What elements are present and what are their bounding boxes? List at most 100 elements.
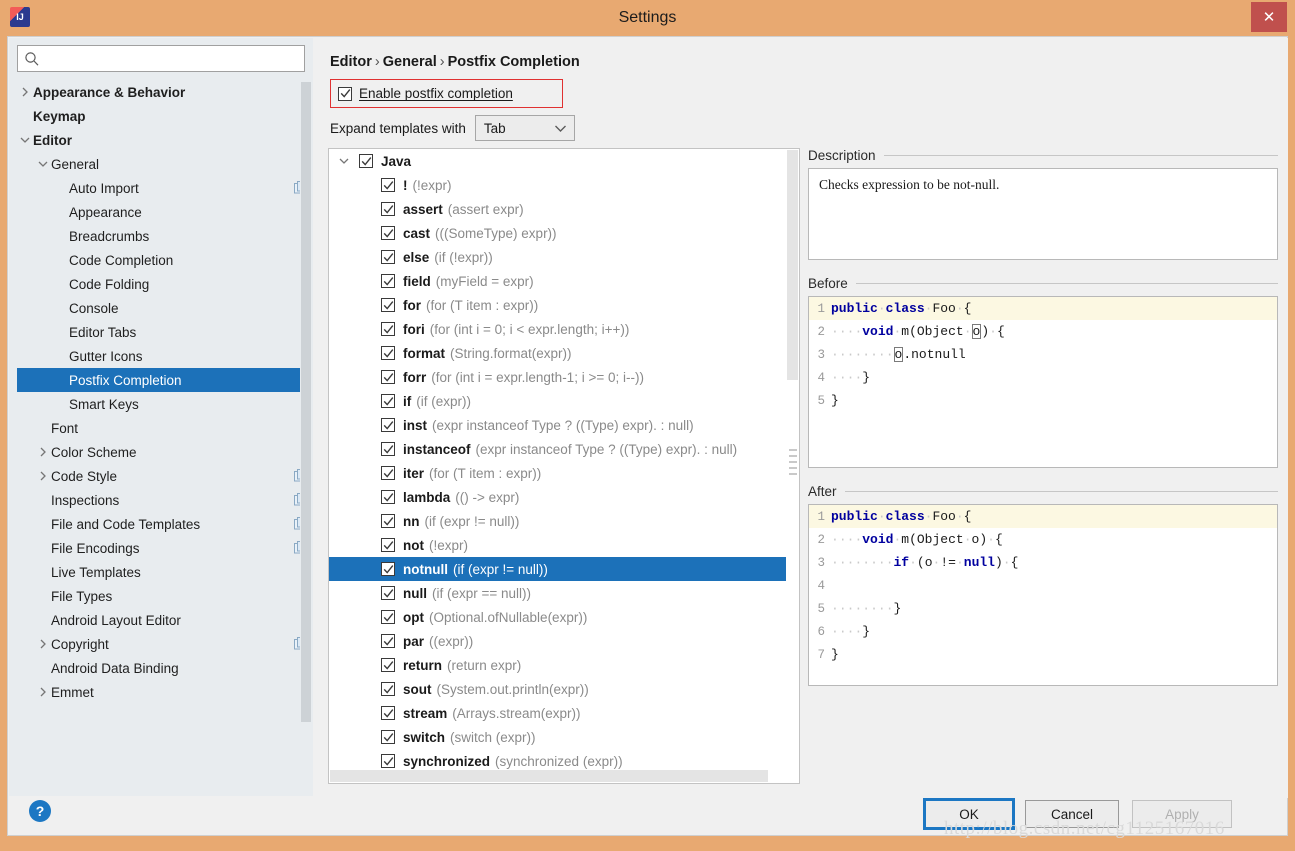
enable-postfix-completion-row[interactable]: Enable postfix completion [330,79,563,108]
template-checkbox[interactable] [381,658,395,672]
enable-postfix-completion-checkbox[interactable] [338,86,352,101]
sidebar-scrollbar[interactable] [300,80,312,792]
apply-button[interactable]: Apply [1132,800,1232,828]
close-icon[interactable]: ✕ [1251,2,1287,32]
postfix-template-list[interactable]: Java! (!expr) assert (assert expr) cast (((So… [328,148,800,784]
template-item-not[interactable]: not (!expr) [329,533,787,557]
sidebar-item-live-templates[interactable]: Live Templates [17,560,313,584]
template-item-else[interactable]: else (if (!expr)) [329,245,787,269]
template-checkbox[interactable] [381,610,395,624]
sidebar-scrollbar-thumb[interactable] [301,82,311,722]
template-item-opt[interactable]: opt (Optional.ofNullable(expr)) [329,605,787,629]
template-item-stream[interactable]: stream (Arrays.stream(expr)) [329,701,787,725]
template-checkbox[interactable] [381,322,395,336]
sidebar-item-gutter-icons[interactable]: Gutter Icons [17,344,313,368]
cancel-button[interactable]: Cancel [1025,800,1119,828]
template-item-null[interactable]: null (if (expr == null)) [329,581,787,605]
template-item-java[interactable]: Java [329,149,787,173]
template-checkbox[interactable] [381,682,395,696]
sidebar-item-file-types[interactable]: File Types [17,584,313,608]
sidebar-item-color-scheme[interactable]: Color Scheme [17,440,313,464]
template-item-format[interactable]: format (String.format(expr)) [329,341,787,365]
template-item-inst[interactable]: inst (expr instanceof Type ? ((Type) expr… [329,413,787,437]
help-icon[interactable]: ? [29,800,51,822]
template-item-switch[interactable]: switch (switch (expr)) [329,725,787,749]
template-checkbox[interactable] [381,490,395,504]
template-item-return[interactable]: return (return expr) [329,653,787,677]
template-checkbox[interactable] [381,634,395,648]
template-item-par[interactable]: par ((expr)) [329,629,787,653]
chevron-right-icon[interactable] [35,636,51,652]
template-checkbox[interactable] [381,706,395,720]
chevron-down-icon[interactable] [337,156,351,166]
template-checkbox[interactable] [381,394,395,408]
template-checkbox[interactable] [381,538,395,552]
template-item-iter[interactable]: iter (for (T item : expr)) [329,461,787,485]
template-item-nn[interactable]: nn (if (expr != null)) [329,509,787,533]
template-checkbox[interactable] [381,442,395,456]
template-checkbox[interactable] [381,346,395,360]
sidebar-item-editor[interactable]: Editor [17,128,313,152]
sidebar-item-postfix-completion[interactable]: Postfix Completion [17,368,305,392]
template-checkbox[interactable] [381,754,395,768]
list-horizontal-scrollbar[interactable] [329,769,787,783]
template-checkbox[interactable] [381,466,395,480]
template-item-for[interactable]: for (for (T item : expr)) [329,293,787,317]
template-item-lambda[interactable]: lambda(() -> expr) [329,485,787,509]
template-checkbox[interactable] [381,298,395,312]
sidebar-item-android-layout-editor[interactable]: Android Layout Editor [17,608,313,632]
template-item-assert[interactable]: assert (assert expr) [329,197,787,221]
sidebar-item-inspections[interactable]: Inspections [17,488,313,512]
template-checkbox[interactable] [381,730,395,744]
list-vertical-scrollbar-thumb[interactable] [787,150,798,380]
sidebar-item-appearance[interactable]: Appearance [17,200,313,224]
sidebar-item-keymap[interactable]: Keymap [17,104,313,128]
list-resize-grip[interactable] [789,449,797,475]
chevron-down-icon[interactable] [17,132,33,148]
template-item-not-bang[interactable]: ! (!expr) [329,173,787,197]
sidebar-item-font[interactable]: Font [17,416,313,440]
chevron-right-icon[interactable] [35,684,51,700]
chevron-right-icon[interactable] [35,468,51,484]
sidebar-item-general[interactable]: General [17,152,313,176]
sidebar-item-emmet[interactable]: Emmet [17,680,313,704]
template-item-instanceof[interactable]: instanceof (expr instanceof Type ? ((Type… [329,437,787,461]
ok-button[interactable]: OK [923,798,1015,830]
template-checkbox[interactable] [381,178,395,192]
template-checkbox[interactable] [381,274,395,288]
template-checkbox[interactable] [381,202,395,216]
sidebar-item-console[interactable]: Console [17,296,313,320]
template-checkbox[interactable] [381,370,395,384]
search-input[interactable] [44,50,294,67]
sidebar-item-code-folding[interactable]: Code Folding [17,272,313,296]
template-item-sout[interactable]: sout (System.out.println(expr)) [329,677,787,701]
list-horizontal-scrollbar-thumb[interactable] [330,770,768,782]
template-item-if[interactable]: if (if (expr)) [329,389,787,413]
expand-templates-select[interactable]: Tab [474,115,575,141]
sidebar-item-smart-keys[interactable]: Smart Keys [17,392,313,416]
sidebar-item-code-completion[interactable]: Code Completion [17,248,313,272]
template-checkbox[interactable] [381,514,395,528]
chevron-right-icon[interactable] [17,84,33,100]
template-checkbox[interactable] [381,250,395,264]
sidebar-item-code-style[interactable]: Code Style [17,464,313,488]
template-checkbox[interactable] [381,586,395,600]
sidebar-item-auto-import[interactable]: Auto Import [17,176,313,200]
search-box[interactable] [17,45,305,72]
sidebar-item-appearance-behavior[interactable]: Appearance & Behavior [17,80,313,104]
template-checkbox[interactable] [381,226,395,240]
sidebar-item-copyright[interactable]: Copyright [17,632,313,656]
template-item-forr[interactable]: forr (for (int i = expr.length-1; i >= 0;… [329,365,787,389]
sidebar-item-android-data-binding[interactable]: Android Data Binding [17,656,313,680]
template-item-notnull[interactable]: notnull (if (expr != null)) [329,557,787,581]
template-checkbox[interactable] [359,154,373,168]
sidebar-item-file-and-code-templates[interactable]: File and Code Templates [17,512,313,536]
template-item-field[interactable]: field (myField = expr) [329,269,787,293]
template-item-cast[interactable]: cast (((SomeType) expr)) [329,221,787,245]
template-checkbox[interactable] [381,562,395,576]
sidebar-item-editor-tabs[interactable]: Editor Tabs [17,320,313,344]
chevron-right-icon[interactable] [35,444,51,460]
template-item-fori[interactable]: fori (for (int i = 0; i < expr.length; i+… [329,317,787,341]
template-checkbox[interactable] [381,418,395,432]
chevron-down-icon[interactable] [35,156,51,172]
